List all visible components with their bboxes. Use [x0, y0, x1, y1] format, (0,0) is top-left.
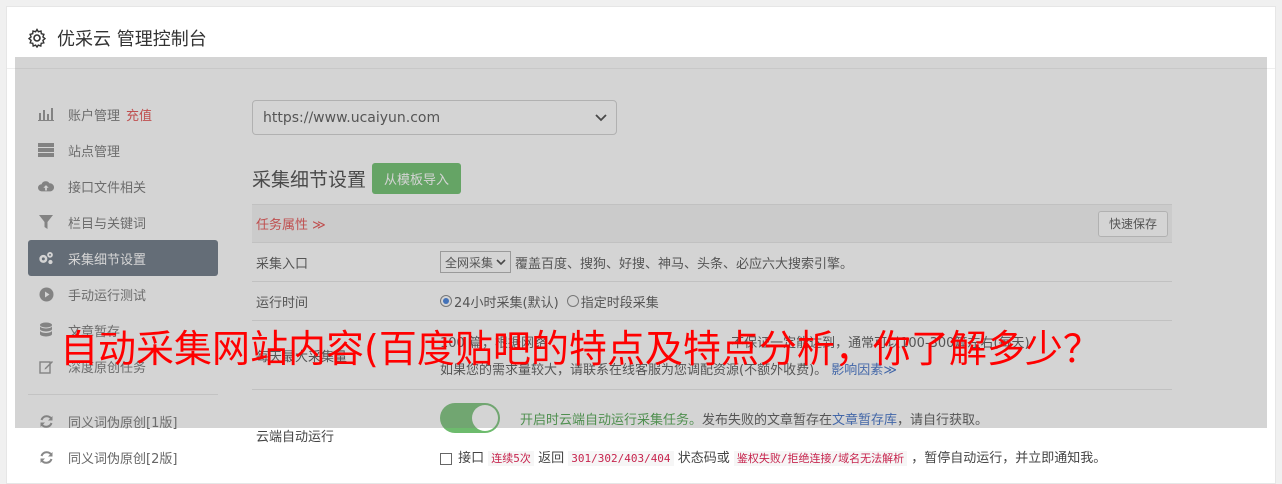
sidebar-item-sites[interactable]: 站点管理	[28, 132, 218, 168]
gear-icon	[27, 27, 47, 48]
sidebar-divider	[28, 394, 218, 395]
sidebar-item-account[interactable]: 账户管理 充值	[28, 96, 218, 132]
sidebar-item-collect-settings[interactable]: 采集细节设置	[28, 240, 218, 276]
sidebar-item-manual-run[interactable]: 手动运行测试	[28, 276, 218, 312]
refresh-icon	[38, 449, 54, 465]
runtime-row: 运行时间 24小时采集(默认) 指定时段采集	[252, 281, 1172, 320]
runtime-24h-radio[interactable]	[440, 295, 452, 307]
entry-select[interactable]: 全网采集	[440, 251, 512, 273]
cloud-line1: 开启时云端自动运行采集任务。 发布失败的文章暂存在 文章暂存库 ，请自行获取。	[440, 403, 988, 433]
task-attr-toggle[interactable]: 任务属性 ≫	[256, 214, 326, 233]
sidebar-item-columns[interactable]: 栏目与关键词	[28, 204, 218, 240]
task-attr-row: 任务属性 ≫ 快速保存	[252, 204, 1172, 242]
sidebar-item-label: 栏目与关键词	[68, 216, 147, 232]
section-title: 采集细节设置	[252, 169, 367, 191]
page-title: 优采云 管理控制台	[57, 28, 207, 50]
runtime-24h-label: 24小时采集(默认)	[454, 295, 559, 311]
cloud-upload-icon	[38, 178, 54, 194]
database-icon	[38, 322, 54, 338]
sidebar-item-label: 手动运行测试	[68, 288, 147, 304]
section-header: 采集细节设置 从模板导入	[252, 163, 1172, 194]
sidebar-item-label: 站点管理	[68, 144, 121, 160]
sidebar-item-interface[interactable]: 接口文件相关	[28, 168, 218, 204]
gears-icon	[38, 250, 54, 266]
sidebar-item-label: 同义词伪原创[1版]	[68, 415, 178, 431]
site-select-value: https://www.ucaiyun.com	[263, 109, 441, 126]
main-content: https://www.ucaiyun.com 采集细节设置 从模板导入 任务属…	[252, 100, 1172, 466]
article-cache-link[interactable]: 文章暂存库	[832, 409, 897, 428]
chevron-down-icon	[595, 114, 607, 122]
import-template-button[interactable]: 从模板导入	[372, 163, 462, 194]
sidebar-item-label: 采集细节设置	[68, 252, 147, 268]
sidebar-item-synonym-v2[interactable]: 同义词伪原创[2版]	[28, 439, 218, 475]
cloud-label: 云端自动运行	[256, 430, 335, 445]
bar-chart-icon	[38, 106, 54, 122]
watermark-title: 自动采集网站内容(百度贴吧的特点及特点分析，你了解多少？	[60, 327, 1101, 371]
entry-label: 采集入口	[256, 256, 309, 272]
console-header: 优采云 管理控制台	[7, 7, 1275, 69]
sidebar-item-label: 账户管理	[68, 108, 121, 124]
play-circle-icon	[38, 286, 54, 302]
runtime-period-label: 指定时段采集	[580, 295, 659, 311]
entry-desc: 覆盖百度、搜狗、好搜、神马、头条、必应六大搜索引擎。	[515, 256, 854, 272]
sidebar-item-label: 接口文件相关	[68, 180, 147, 196]
site-select[interactable]: https://www.ucaiyun.com	[252, 100, 617, 135]
entry-row: 采集入口 全网采集 覆盖百度、搜狗、好搜、神马、头条、必应六大搜索引擎。	[252, 242, 1172, 281]
sidebar-item-label: 同义词伪原创[2版]	[68, 451, 178, 467]
cloud-auto-run-toggle[interactable]	[440, 403, 500, 433]
sidebar: 账户管理 充值 站点管理 接口文件相关 栏目与关键词 采集细节设置 手动运行测试	[28, 96, 218, 475]
cloud-row: 云端自动运行 开启时云端自动运行采集任务。 发布失败的文章暂存在 文章暂存库 ，…	[252, 389, 1172, 479]
edit-icon	[38, 358, 54, 374]
recharge-link[interactable]: 充值	[126, 105, 152, 124]
cloud-line2: 接口 连续5次 返回 301/302/403/404 状态码或 鉴权失败/拒绝连…	[440, 447, 1106, 466]
refresh-icon	[38, 413, 54, 429]
runtime-period-radio[interactable]	[566, 295, 579, 307]
filter-icon	[38, 214, 54, 230]
quick-save-button[interactable]: 快速保存	[1097, 210, 1168, 237]
sidebar-item-synonym-v1[interactable]: 同义词伪原创[1版]	[28, 403, 218, 439]
pause-on-error-checkbox[interactable]	[440, 452, 452, 465]
chevron-down-icon	[496, 259, 506, 266]
server-icon	[38, 142, 54, 158]
runtime-label: 运行时间	[256, 295, 309, 311]
